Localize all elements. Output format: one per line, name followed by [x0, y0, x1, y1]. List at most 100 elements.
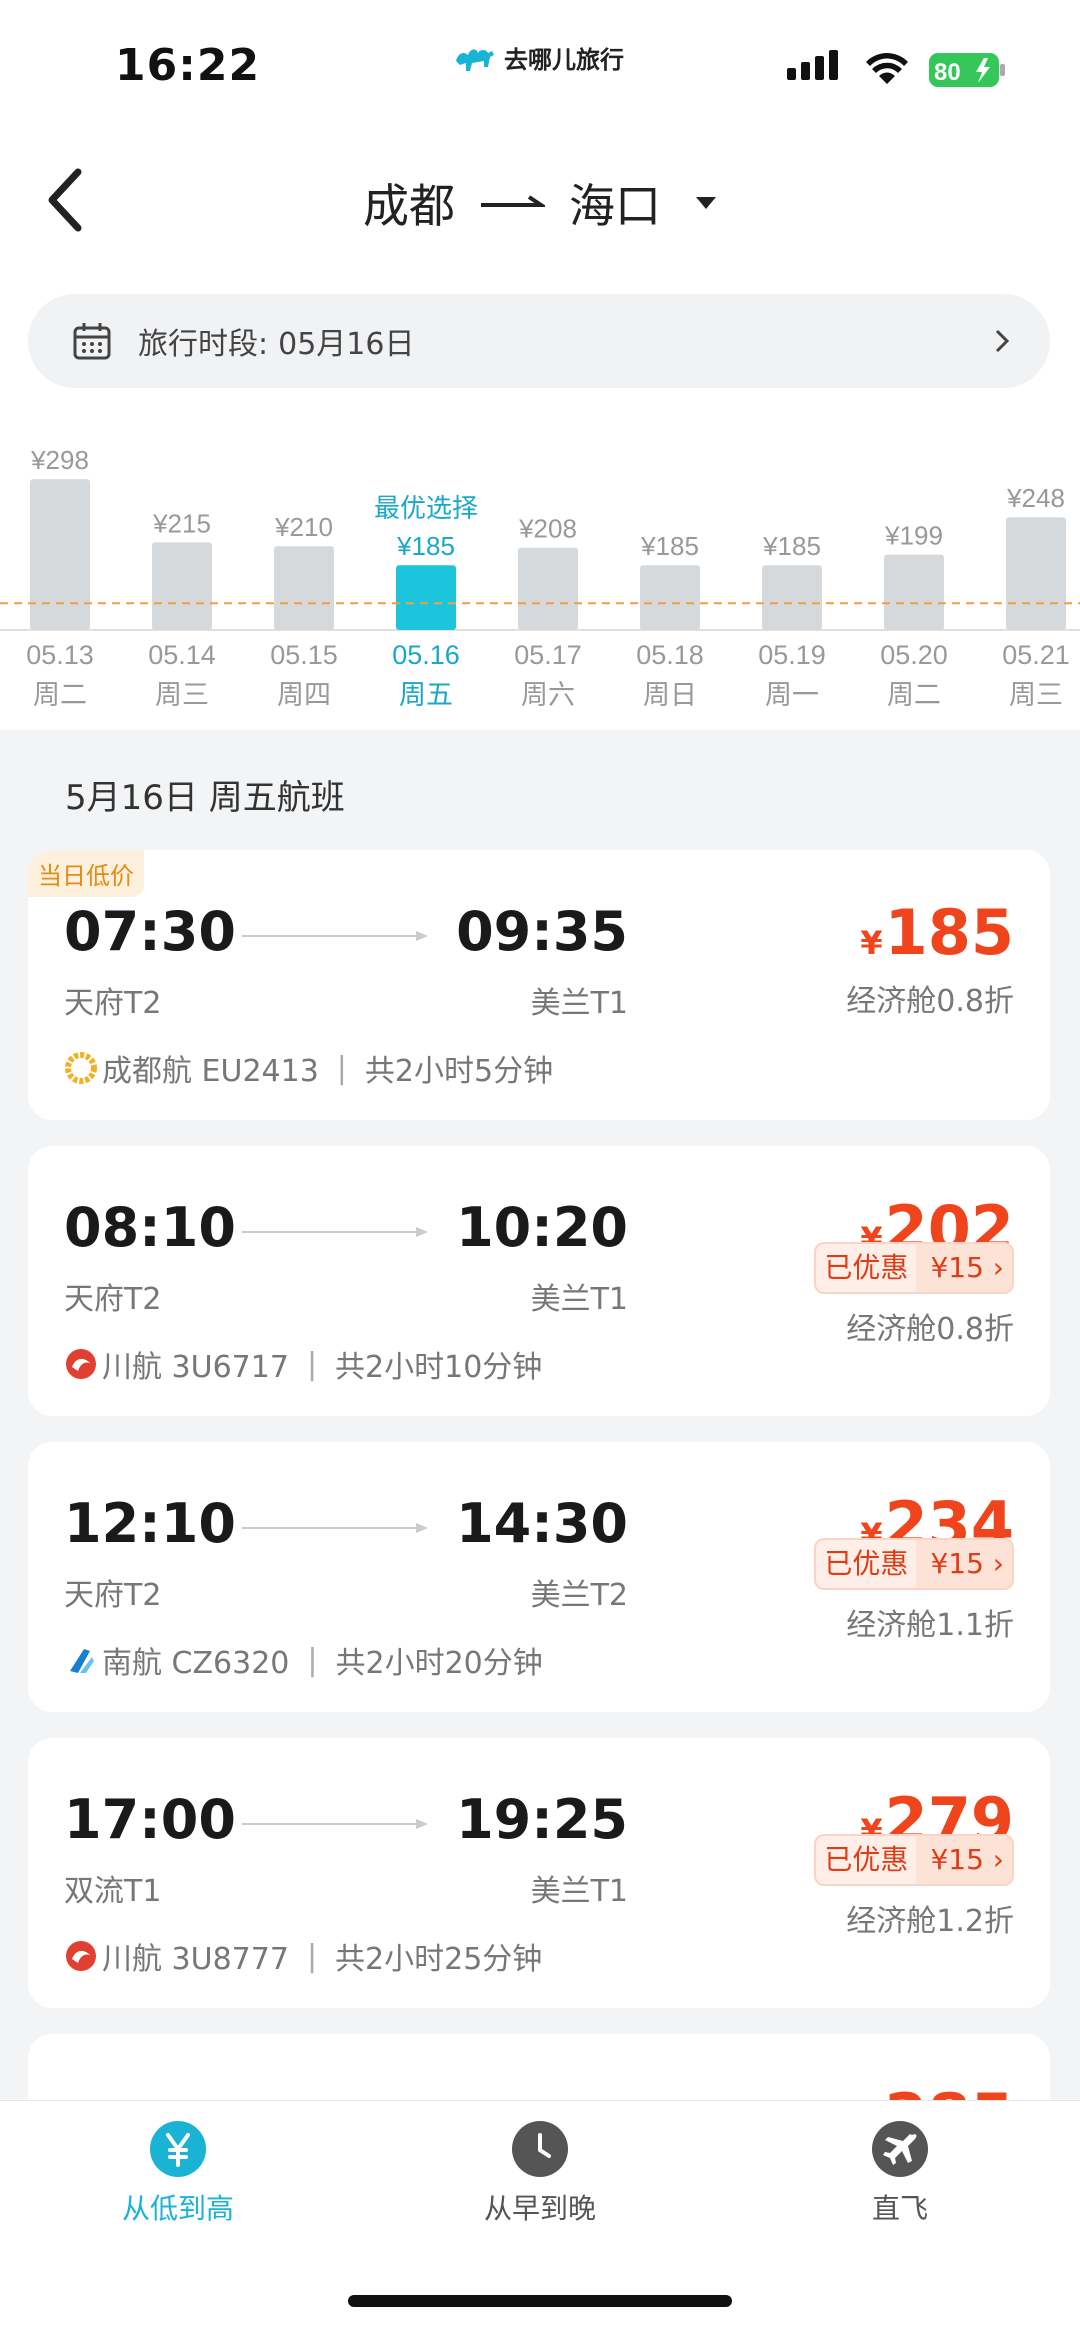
discount-amount: ¥15 ›: [916, 1540, 1012, 1588]
departure-terminal: 双流T1: [64, 1874, 162, 1909]
weekday-label: 周五: [399, 680, 453, 711]
destination-city: 海口: [569, 179, 661, 233]
tab-sort-price[interactable]: 从低到高: [68, 2121, 288, 2227]
arrival-terminal: 美兰T1: [530, 1874, 628, 1909]
arrival-time: 14:30: [456, 1492, 628, 1555]
sichuan-airlines-icon: [66, 1349, 96, 1379]
calendar-day[interactable]: ¥199 05.20 周二: [880, 521, 948, 711]
low-price-tag: 当日低价: [28, 850, 144, 897]
cabin-discount: 经济舱0.8折: [846, 1312, 1014, 1347]
departure-terminal: 天府T2: [64, 1282, 162, 1317]
discount-label: 已优惠: [824, 1547, 909, 1580]
discount-label: 已优惠: [824, 1843, 909, 1876]
home-indicator: [348, 2295, 732, 2307]
arrival-terminal: 美兰T1: [530, 1282, 628, 1317]
arrival-time: 09:35: [456, 900, 628, 963]
discount-badge[interactable]: 已优惠 ¥15 ›: [814, 1834, 1014, 1886]
calendar-day[interactable]: ¥185 05.19 周一: [758, 531, 826, 711]
status-time: 16:22: [115, 40, 261, 91]
yen-icon: [150, 2121, 206, 2177]
info-divider: |: [307, 1642, 318, 1678]
dropdown-caret-icon: [696, 197, 716, 209]
airline-flight-no: 川航 3U6717: [102, 1350, 289, 1385]
calendar-day[interactable]: ¥210 05.15 周四: [270, 512, 338, 711]
currency-symbol: ¥: [860, 924, 883, 962]
price-bar: [152, 542, 212, 630]
flight-card[interactable]: 当日低价 07:30 09:35 天府T2 美兰T1 成都航 EU2413 | 共2小时5分钟…: [28, 850, 1050, 1120]
flight-card[interactable]: 17:00 19:25 双流T1 美兰T1 川航 3U8777 | 共2小时25分钟 ¥279…: [28, 1738, 1050, 2008]
cabin-discount: 经济舱0.8折: [846, 984, 1014, 1019]
weekday-label: 周四: [277, 680, 331, 711]
tab-label: 从低到高: [121, 2192, 234, 2225]
sichuan-airlines-icon: [66, 1941, 96, 1971]
origin-city: 成都: [363, 179, 455, 233]
wifi-icon: [866, 53, 908, 84]
weekday-label: 周六: [521, 680, 575, 711]
price-label: ¥199: [884, 521, 943, 551]
battery-level: 80: [934, 59, 961, 86]
flight-duration: 共2小时25分钟: [335, 1942, 543, 1977]
arrival-terminal: 美兰T2: [530, 1578, 628, 1613]
calendar-day[interactable]: ¥208 05.17 周六: [514, 514, 582, 711]
weekday-label: 周一: [765, 680, 819, 711]
discount-amount: ¥15 ›: [916, 1836, 1012, 1884]
cellular-signal-icon: [787, 50, 838, 80]
flight-card[interactable]: 08:10 10:20 天府T2 美兰T1 川航 3U6717 | 共2小时10分钟 ¥202…: [28, 1146, 1050, 1416]
departure-time: 07:30: [64, 900, 236, 963]
price-bar: [274, 546, 334, 630]
price-label: ¥210: [274, 512, 333, 542]
calendar-day[interactable]: ¥248 05.21 周三: [1002, 483, 1070, 711]
price-value: 185: [884, 896, 1014, 969]
calendar-day[interactable]: ¥185 05.18 周日: [636, 531, 704, 711]
flight-duration: 共2小时5分钟: [364, 1054, 554, 1089]
price-label: ¥298: [30, 445, 89, 475]
discount-badge[interactable]: 已优惠 ¥15 ›: [814, 1242, 1014, 1294]
period-section: 旅行时段: 05月16日: [0, 280, 1080, 430]
cabin-discount: 经济舱1.1折: [846, 1608, 1014, 1643]
price-bar: [762, 565, 822, 630]
calendar-day[interactable]: ¥298 05.13 周二: [26, 445, 94, 711]
plane-icon: [872, 2121, 928, 2177]
date-label: 05.20: [880, 640, 948, 670]
calendar-day[interactable]: ¥215 05.14 周三: [148, 508, 216, 711]
price-label: ¥185: [762, 531, 821, 561]
period-label: 旅行时段:: [138, 327, 269, 362]
info-divider: |: [306, 1938, 318, 1974]
price-calendar: ¥298 05.13 周二 ¥215 05.14 周三 ¥210 05.15 周四 ¥185 最优选…: [0, 430, 1080, 730]
airline-info: 成都航 EU2413 | 共2小时5分钟: [64, 1046, 553, 1090]
calendar-icon: [73, 323, 111, 360]
tab-direct-flights[interactable]: 直飞: [790, 2121, 1010, 2227]
chevron-right-icon: [995, 329, 1010, 353]
discount-badge[interactable]: 已优惠 ¥15 ›: [814, 1538, 1014, 1590]
section-title: 5月16日 周五航班: [65, 778, 345, 818]
battery-icon: 80: [928, 52, 1006, 88]
travel-period-bar[interactable]: 旅行时段: 05月16日: [28, 294, 1050, 388]
departure-terminal: 天府T2: [64, 1578, 162, 1613]
weekday-label: 周二: [33, 680, 87, 711]
best-choice-label: 最优选择: [374, 494, 478, 524]
date-label: 05.17: [514, 640, 582, 670]
date-label: 05.16: [392, 640, 460, 670]
flight-arrow-icon: [242, 1523, 428, 1533]
flight-arrow-icon: [242, 1227, 428, 1237]
airline-info: 南航 CZ6320 | 共2小时20分钟: [64, 1638, 543, 1682]
weekday-label: 周日: [643, 680, 697, 711]
date-label: 05.14: [148, 640, 216, 670]
price-label: ¥208: [518, 514, 577, 544]
price-label: ¥215: [152, 508, 211, 538]
flight-card[interactable]: 12:10 14:30 天府T2 美兰T2 南航 CZ6320 | 共2小时20分钟 ¥234…: [28, 1442, 1050, 1712]
arrival-time: 10:20: [456, 1196, 628, 1259]
date-label: 05.13: [26, 640, 94, 670]
discount-label: 已优惠: [824, 1251, 909, 1284]
price-label: ¥185: [396, 531, 455, 561]
price-bar: [30, 479, 90, 630]
price-bar: [1006, 517, 1066, 630]
price-label: ¥248: [1006, 483, 1065, 513]
flight-duration: 共2小时20分钟: [335, 1646, 543, 1681]
tab-sort-time[interactable]: 从早到晚: [430, 2121, 650, 2227]
route-selector[interactable]: 成都 海口: [0, 170, 1080, 236]
flight-duration: 共2小时10分钟: [335, 1350, 543, 1385]
price-calendar-chart: ¥298 05.13 周二 ¥215 05.14 周三 ¥210 05.15 周四 ¥185 最优选…: [0, 445, 1080, 711]
discount-amount: ¥15 ›: [916, 1244, 1012, 1292]
price-bar: [884, 554, 944, 630]
